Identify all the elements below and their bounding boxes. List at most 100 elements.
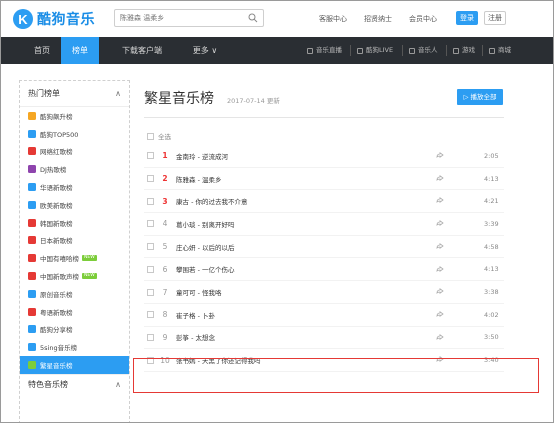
nav-more[interactable]: 更多 ∨ (187, 37, 223, 64)
share-icon[interactable] (436, 174, 444, 183)
song-duration: 4:13 (484, 265, 499, 274)
song-title[interactable]: 童可可 - 怪我咯 (176, 287, 436, 297)
chart-icon (28, 218, 36, 227)
sidebar-item-label: 网络红歌榜 (40, 148, 73, 157)
sidebar-item[interactable]: 繁星音乐榜 (20, 356, 129, 374)
sidebar-item[interactable]: 中国有嘻哈榜 NEW (20, 249, 129, 267)
song-title[interactable]: 陈雅森 - 温柔乡 (176, 174, 436, 184)
login-button[interactable]: 登录 (456, 11, 478, 25)
link-member-center[interactable]: 会员中心 (409, 14, 437, 24)
sidebar-item[interactable]: 欧美新歌榜 (20, 196, 129, 214)
select-all-checkbox[interactable] (147, 132, 154, 140)
song-checkbox[interactable] (147, 243, 154, 251)
song-row[interactable]: 1 金南玲 - 逆流成河 2:05 (144, 145, 504, 168)
share-icon[interactable] (436, 288, 444, 296)
sidebar-heading-special[interactable]: 特色音乐榜 ∧ (20, 373, 129, 395)
sidebar-item[interactable]: 酷狗飙升榜 (20, 107, 129, 125)
share-icon[interactable] (436, 220, 444, 228)
song-title[interactable]: 崔子格 - 卜卦 (176, 310, 436, 320)
nav-mall[interactable]: 商城 (489, 37, 511, 64)
song-title[interactable]: 庄心妍 - 以后的以后 (176, 242, 436, 252)
browser-frame: K 酷狗音乐 客服中心 招贤纳士 会员中心 登录 注册 首页 榜单 下载客户端 … (0, 0, 554, 423)
song-row[interactable]: 2 陈雅森 - 温柔乡 4:13 (144, 168, 504, 191)
share-icon[interactable] (436, 242, 444, 251)
sidebar-item[interactable]: 中国新歌声榜 NEW (20, 267, 129, 285)
song-title[interactable]: 彭筝 - 太想念 (176, 332, 436, 342)
sidebar-item[interactable]: 原创音乐榜 (20, 285, 129, 303)
musician-icon (409, 47, 415, 54)
song-row[interactable]: 8 崔子格 - 卜卦 4:02 (144, 304, 504, 327)
song-rank: 7 (162, 287, 168, 297)
sidebar-item[interactable]: DJ热歌榜 (20, 160, 129, 178)
chart-icon (28, 200, 36, 209)
sidebar-item[interactable]: 华语新歌榜 (20, 178, 129, 196)
sidebar-item[interactable]: 酷狗TOP500 (20, 125, 129, 143)
chart-icon (28, 307, 36, 316)
collapse-icon[interactable]: ∧ (115, 81, 121, 107)
search-box[interactable] (114, 9, 264, 27)
song-checkbox[interactable] (147, 333, 154, 341)
song-row[interactable]: 9 彭筝 - 太想念 3:50 (144, 327, 504, 350)
song-row[interactable]: 5 庄心妍 - 以后的以后 4:58 (144, 236, 504, 259)
song-title[interactable]: 康古 - 你的过去我不介意 (176, 196, 436, 206)
sidebar-heading-hot[interactable]: 热门榜单 ∧ (20, 81, 129, 107)
sidebar-item[interactable]: 韩国新歌榜 (20, 214, 129, 232)
nav-musician[interactable]: 音乐人 (409, 37, 438, 64)
sidebar-item[interactable]: 网络红歌榜 (20, 143, 129, 161)
share-icon[interactable] (436, 310, 444, 319)
sidebar-item[interactable]: 酷狗分享榜 (20, 321, 129, 339)
sidebar-item[interactable]: 5sing音乐榜 (20, 338, 129, 356)
share-icon[interactable] (436, 265, 444, 274)
sidebar-item-label: 日本新歌榜 (40, 237, 73, 246)
song-title[interactable]: 攀围若 - 一亿个伤心 (176, 264, 436, 274)
song-title[interactable]: 葛小琰 - 别离开好吗 (176, 219, 436, 229)
nav-games[interactable]: 游戏 (453, 37, 475, 64)
song-checkbox[interactable] (147, 175, 154, 183)
nav-home[interactable]: 首页 (23, 37, 61, 64)
sidebar-item-label: 酷狗TOP500 (40, 130, 79, 139)
link-service-center[interactable]: 客服中心 (319, 14, 347, 24)
main-nav: 首页 榜单 下载客户端 更多 ∨ 音乐直播 酷狗LIVE 音乐人 游戏 商城 (1, 37, 553, 64)
nav-music-live[interactable]: 音乐直播 (307, 37, 342, 64)
sidebar-item-label: 粤语新歌榜 (40, 308, 73, 317)
song-rank: 5 (162, 242, 168, 252)
song-row[interactable]: 4 葛小琰 - 别离开好吗 3:39 (144, 213, 504, 236)
song-checkbox[interactable] (147, 288, 154, 296)
song-checkbox[interactable] (147, 197, 154, 205)
song-checkbox[interactable] (147, 311, 154, 319)
song-checkbox[interactable] (147, 152, 154, 160)
song-duration: 4:58 (484, 242, 499, 251)
song-rank: 8 (162, 310, 168, 320)
mall-icon (489, 47, 495, 54)
nav-musician-label: 音乐人 (418, 46, 438, 54)
sidebar-item-label: 繁星音乐榜 (40, 362, 73, 371)
chart-icon (28, 272, 36, 281)
share-icon[interactable] (436, 152, 444, 160)
nav-charts[interactable]: 榜单 (61, 37, 99, 64)
song-duration: 3:39 (484, 219, 499, 228)
sidebar-item[interactable]: 粤语新歌榜 (20, 303, 129, 321)
sidebar-item-label: 5sing音乐榜 (40, 344, 78, 353)
share-icon[interactable] (436, 197, 444, 205)
song-row[interactable]: 6 攀围若 - 一亿个伤心 4:13 (144, 259, 504, 282)
nav-download-client[interactable]: 下载客户端 (113, 37, 171, 64)
song-rank: 4 (162, 219, 168, 229)
share-icon[interactable] (436, 333, 444, 342)
song-row[interactable]: 3 康古 - 你的过去我不介意 4:21 (144, 190, 504, 214)
search-icon[interactable] (248, 13, 258, 23)
logo[interactable]: K 酷狗音乐 (13, 7, 95, 31)
nav-kugou-live[interactable]: 酷狗LIVE (357, 37, 393, 64)
search-input[interactable] (120, 12, 240, 24)
select-all[interactable]: 全选 (147, 131, 171, 141)
song-checkbox[interactable] (147, 265, 154, 273)
song-checkbox[interactable] (147, 220, 154, 228)
sidebar-item[interactable]: 日本新歌榜 (20, 232, 129, 250)
collapse-icon[interactable]: ∧ (115, 375, 121, 395)
register-button[interactable]: 注册 (484, 11, 506, 25)
song-row[interactable]: 7 童可可 - 怪我咯 3:38 (144, 281, 504, 304)
chart-icon (28, 183, 36, 192)
sidebar-item-label: DJ热歌榜 (40, 166, 67, 175)
play-all-button[interactable]: ▷ 播放全部 (457, 89, 503, 105)
song-title[interactable]: 金南玲 - 逆流成河 (176, 151, 436, 161)
link-recruit[interactable]: 招贤纳士 (364, 14, 392, 24)
